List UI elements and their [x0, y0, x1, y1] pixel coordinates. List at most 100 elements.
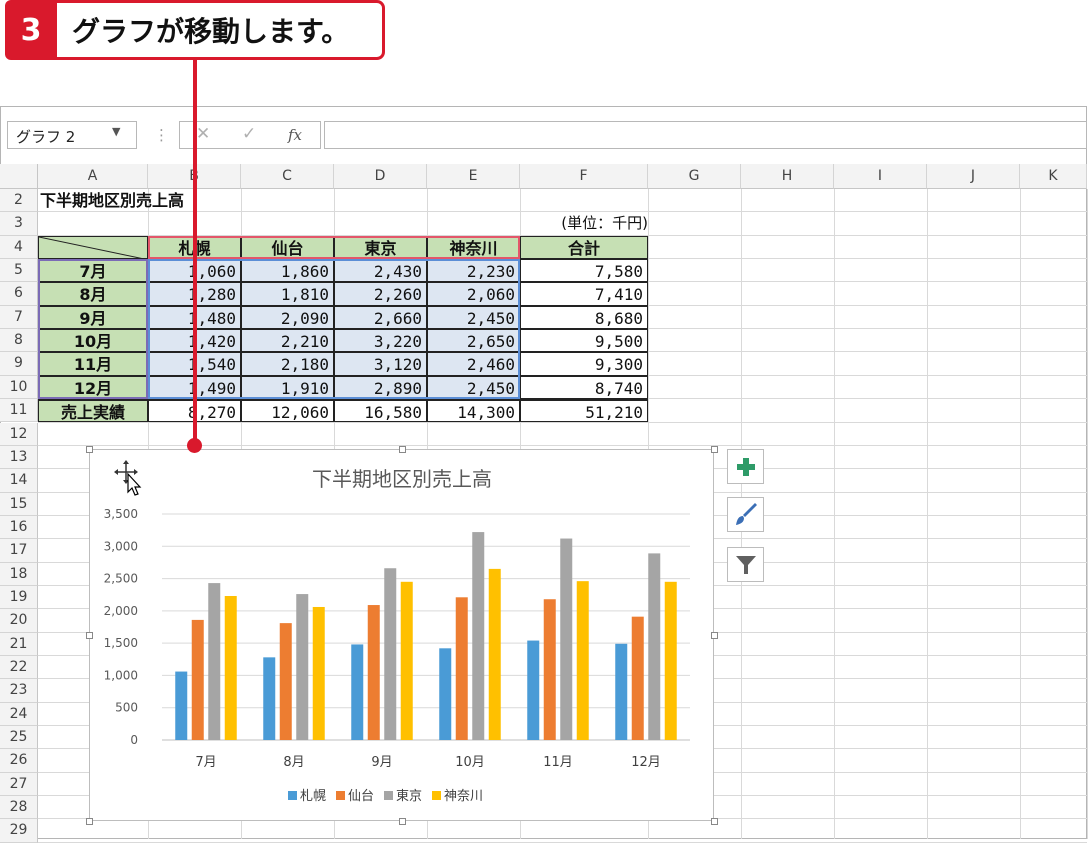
total-value-cell: 51,210	[520, 399, 648, 423]
row-header-21[interactable]: 21	[0, 632, 38, 656]
bar-仙台	[455, 597, 468, 740]
resize-handle[interactable]	[398, 818, 406, 825]
insert-function-button[interactable]: fx	[288, 126, 302, 144]
resize-handle[interactable]	[711, 446, 718, 453]
chart-elements-button[interactable]	[727, 449, 764, 484]
legend-swatch-東京	[384, 791, 393, 800]
value-cell: 7,580	[520, 259, 648, 283]
row-header-3[interactable]: 3	[0, 212, 38, 236]
filter-icon	[735, 555, 756, 574]
chart-title: 下半期地区別売上高	[312, 467, 492, 491]
row-header-7[interactable]: 7	[0, 305, 38, 330]
values-range	[148, 259, 520, 400]
row-header-20[interactable]: 20	[0, 609, 38, 633]
y-tick-label: 1,500	[104, 636, 138, 650]
legend-label: 札幌	[300, 788, 326, 804]
column-header-i[interactable]: I	[834, 164, 927, 189]
column-header-k[interactable]: K	[1020, 164, 1087, 189]
row-header-16[interactable]: 16	[0, 515, 38, 540]
total-value-cell: 12,060	[241, 399, 334, 423]
bar-神奈川	[664, 581, 677, 740]
column-header-f[interactable]: F	[520, 164, 648, 189]
column-header-d[interactable]: D	[334, 164, 427, 189]
column-header-j[interactable]: J	[927, 164, 1020, 189]
row-header-4[interactable]: 4	[0, 235, 38, 260]
row-header-11[interactable]: 11	[0, 399, 38, 423]
y-tick-label: 500	[115, 701, 138, 715]
resize-handle[interactable]	[398, 446, 406, 453]
bar-札幌	[439, 648, 452, 740]
resize-handle[interactable]	[86, 632, 93, 639]
resize-handle[interactable]	[711, 632, 718, 639]
row-header-17[interactable]: 17	[0, 539, 38, 563]
row-header-12[interactable]: 12	[0, 422, 38, 446]
bar-東京	[648, 553, 661, 740]
row-header-5[interactable]: 5	[0, 259, 38, 283]
row-header-23[interactable]: 23	[0, 679, 38, 703]
y-tick-label: 2,500	[104, 572, 138, 586]
resize-handle[interactable]	[86, 818, 93, 825]
formula-input[interactable]	[324, 121, 1087, 149]
unit-label: (単位：千円)	[561, 214, 648, 233]
row-header-14[interactable]: 14	[0, 469, 38, 493]
value-cell: 9,300	[520, 352, 648, 376]
column-header-g[interactable]: G	[648, 164, 741, 189]
column-header-h[interactable]: H	[741, 164, 834, 189]
header-corner-cell	[38, 235, 148, 260]
column-header-e[interactable]: E	[427, 164, 520, 189]
cancel-icon[interactable]: ✕	[196, 124, 210, 144]
row-header-24[interactable]: 24	[0, 702, 38, 727]
category-range	[38, 259, 148, 400]
row-header-28[interactable]: 28	[0, 796, 38, 820]
x-tick-label: 8月	[283, 755, 304, 770]
row-header-10[interactable]: 10	[0, 375, 38, 400]
chart-object[interactable]: 下半期地区別売上高 0 500 1,000 1,500 2,000 2,500 3,000 3,…	[86, 446, 718, 825]
x-tick-label: 7月	[195, 755, 216, 770]
row-header-13[interactable]: 13	[0, 445, 38, 470]
x-tick-label: 9月	[371, 755, 392, 770]
column-header-c[interactable]: C	[241, 164, 334, 189]
row-header-29[interactable]: 29	[0, 819, 38, 843]
chart-svg: 下半期地区別売上高 0 500 1,000 1,500 2,000 2,500 3,000 3,…	[104, 460, 690, 804]
row-header-27[interactable]: 27	[0, 772, 38, 797]
y-tick-label: 3,000	[104, 539, 138, 553]
select-all-corner[interactable]	[0, 164, 38, 189]
row-header-9[interactable]: 9	[0, 352, 38, 376]
row-header-15[interactable]: 15	[0, 492, 38, 516]
bar-仙台	[279, 623, 292, 740]
bar-仙台	[191, 619, 204, 740]
brush-icon	[735, 502, 757, 525]
row-header-22[interactable]: 22	[0, 656, 38, 680]
resize-handle[interactable]	[711, 818, 718, 825]
bar-神奈川	[400, 581, 413, 740]
bar-仙台	[543, 599, 556, 740]
row-header-6[interactable]: 6	[0, 282, 38, 306]
bar-札幌	[263, 657, 276, 740]
row-header-19[interactable]: 19	[0, 585, 38, 610]
row-header-26[interactable]: 26	[0, 749, 38, 773]
y-tick-label: 2,000	[104, 604, 138, 618]
enter-icon[interactable]: ✓	[242, 124, 256, 144]
column-header-a[interactable]: A	[38, 164, 148, 189]
bar-札幌	[175, 671, 188, 740]
legend-label: 神奈川	[444, 789, 483, 804]
plus-icon	[736, 457, 755, 476]
resize-handle[interactable]	[86, 446, 93, 453]
row-header-2[interactable]: 2	[0, 189, 38, 213]
row-header-18[interactable]: 18	[0, 562, 38, 586]
move-cursor-icon	[114, 460, 142, 496]
formula-buttons: ✕ ✓ fx	[179, 121, 321, 149]
chevron-down-icon[interactable]: ▼	[112, 125, 120, 138]
value-cell: 9,500	[520, 329, 648, 353]
legend-label: 東京	[396, 788, 422, 804]
x-tick-label: 11月	[543, 755, 573, 770]
bar-札幌	[615, 643, 628, 740]
row-header-25[interactable]: 25	[0, 726, 38, 750]
chart-styles-button[interactable]	[727, 497, 764, 532]
chart-filters-button[interactable]	[727, 547, 764, 582]
row-header-8[interactable]: 8	[0, 329, 38, 353]
callout-pointer-dot	[187, 438, 202, 453]
callout-text: グラフが移動します。	[72, 15, 350, 48]
bar-神奈川	[312, 606, 325, 740]
bar-仙台	[367, 605, 380, 740]
